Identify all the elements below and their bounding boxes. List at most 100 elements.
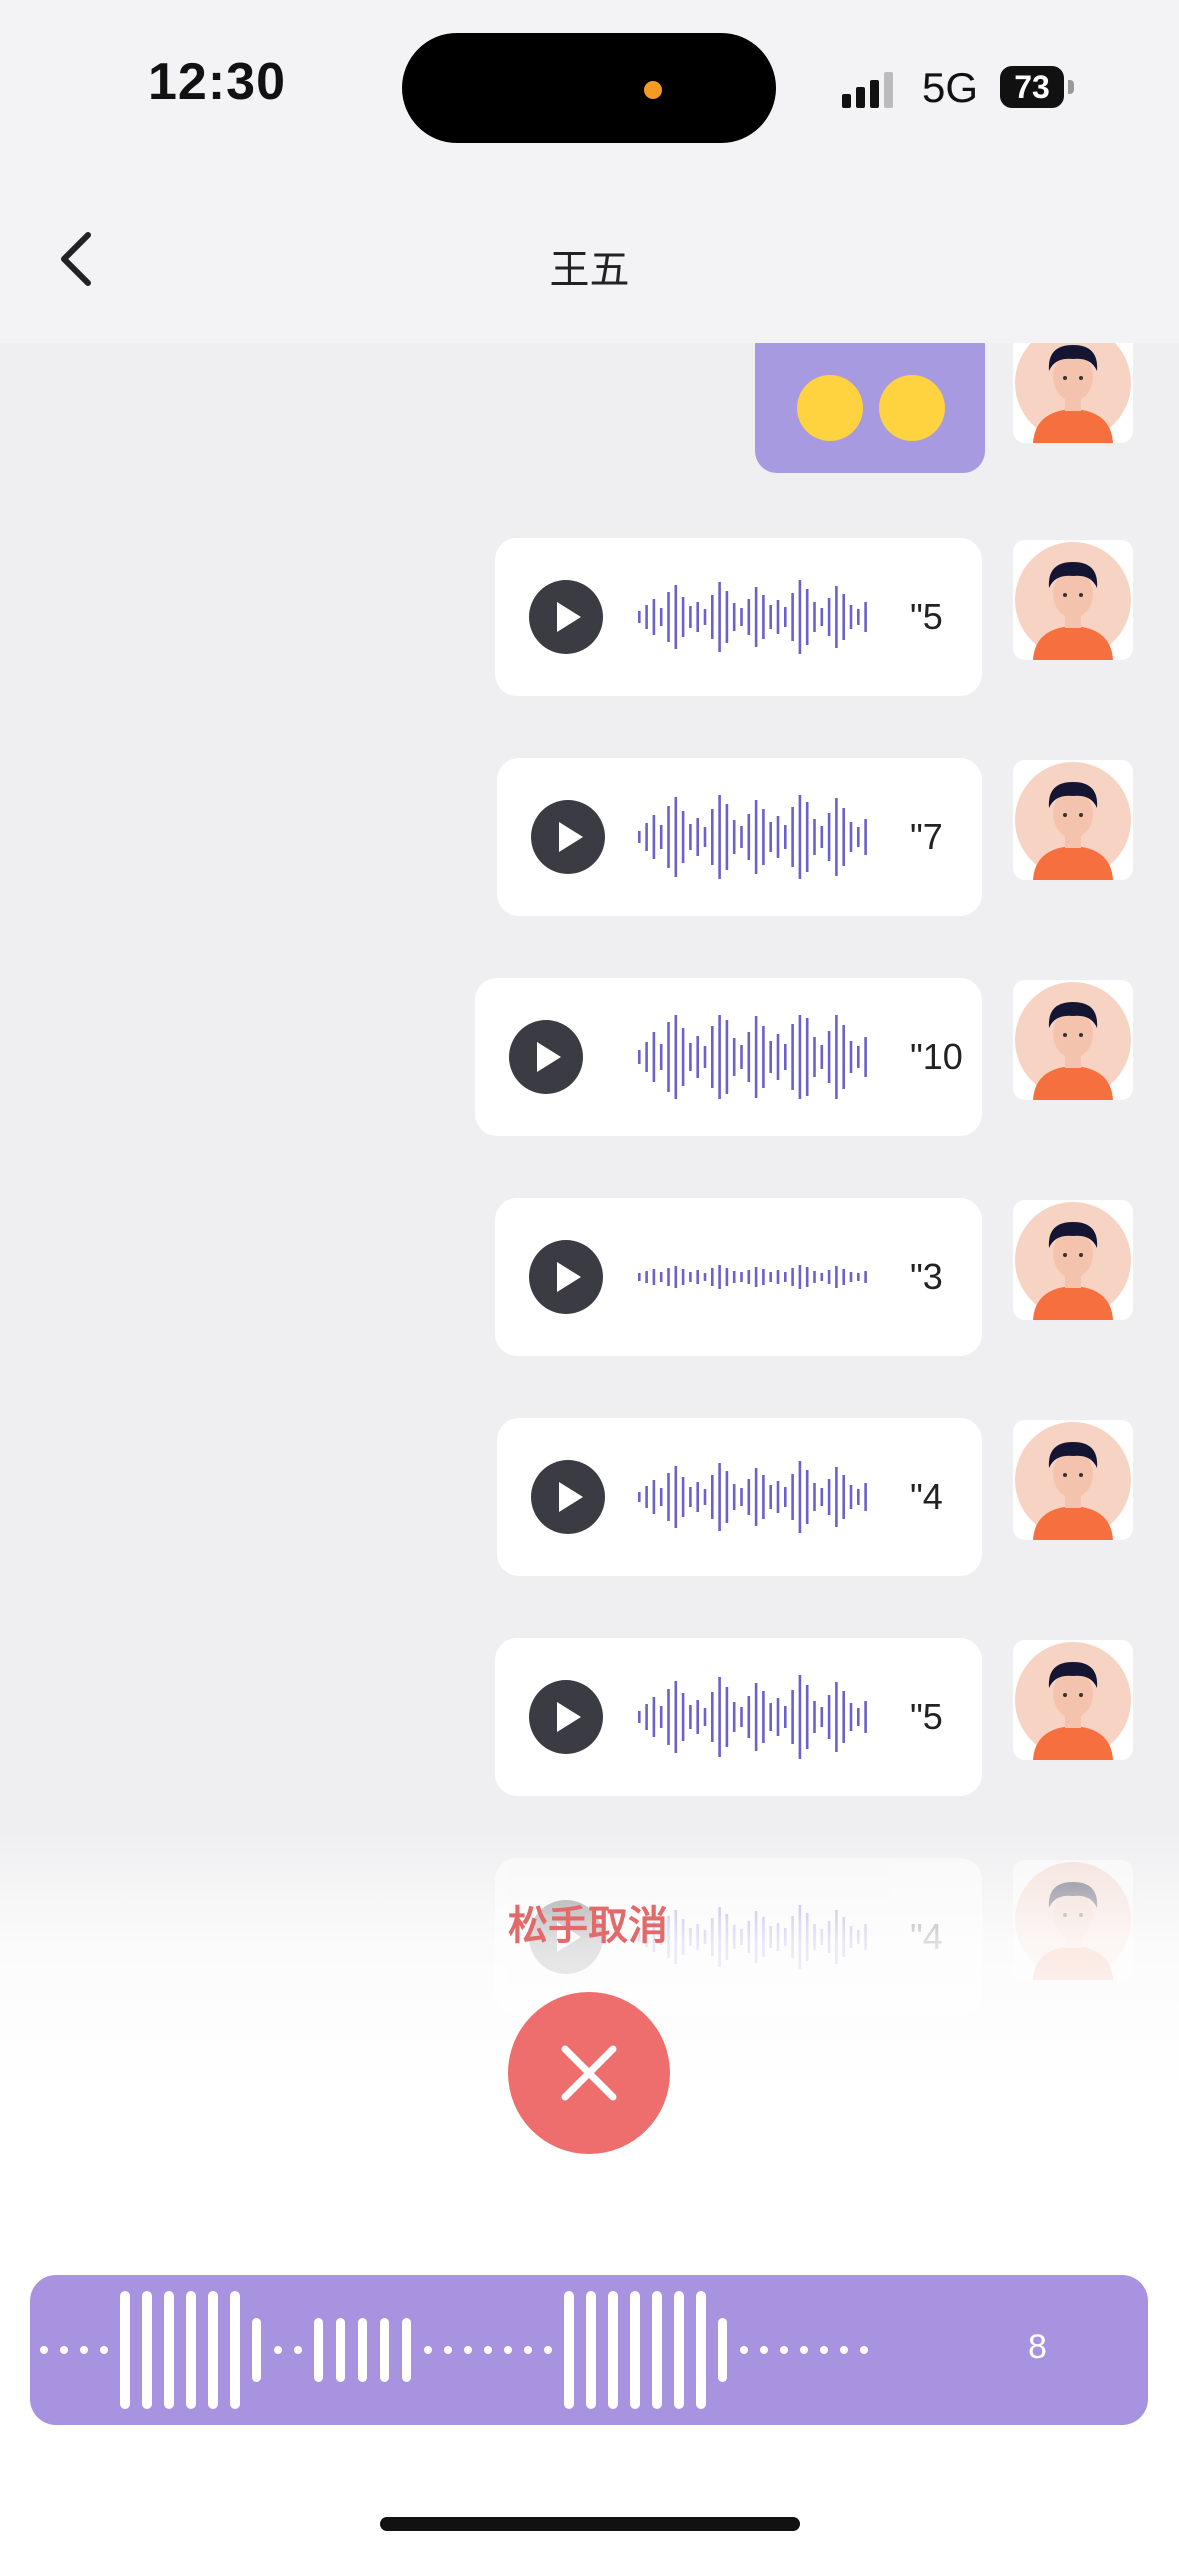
waveform-bar: [820, 608, 824, 626]
waveform-bar: [674, 797, 678, 877]
battery-cap: [1068, 80, 1074, 94]
signal-icon: [842, 72, 893, 108]
battery-icon: 73: [1000, 66, 1064, 108]
waveform-bar: [776, 1481, 780, 1513]
waveform-bar: [711, 809, 714, 865]
recording-waveform-bar: [164, 2291, 174, 2409]
waveform-bar: [667, 1689, 670, 1745]
waveform-bar: [769, 1703, 772, 1731]
waveform-bar: [747, 1479, 751, 1515]
recording-waveform-bar: [336, 2318, 345, 2382]
waveform-bar: [718, 795, 721, 879]
waveform-bar: [791, 1268, 794, 1286]
waveform-bar: [681, 1028, 685, 1086]
recording-waveform-bar: [230, 2291, 240, 2409]
waveform-bar: [689, 1705, 692, 1729]
waveform-bar: [638, 1050, 641, 1064]
waveform-bar: [725, 804, 729, 870]
waveform-bar: [857, 1273, 860, 1281]
play-icon[interactable]: [529, 1240, 603, 1314]
close-icon: [561, 2045, 617, 2101]
play-icon[interactable]: [509, 1020, 583, 1094]
waveform-bar: [813, 1037, 816, 1077]
person-icon: [1015, 343, 1131, 443]
avatar[interactable]: [1013, 760, 1133, 880]
recording-waveform-bar: [208, 2291, 218, 2409]
waveform-bar: [667, 1022, 670, 1092]
waveform-bar: [776, 1270, 780, 1284]
waveform-bar: [703, 1489, 707, 1505]
waveform-bar: [711, 1692, 714, 1742]
avatar[interactable]: [1013, 1640, 1133, 1760]
waveform-bar: [776, 1698, 780, 1736]
waveform-bar: [754, 587, 758, 647]
waveform-bar: [769, 605, 772, 629]
avatar[interactable]: [1013, 343, 1133, 443]
voice-message-bubble[interactable]: "10: [475, 978, 982, 1136]
waveform-bar: [747, 1696, 751, 1738]
waveform-bar: [798, 795, 802, 879]
waveform-bar: [864, 1701, 867, 1733]
waveform-bar: [696, 1700, 699, 1734]
play-icon[interactable]: [531, 800, 605, 874]
voice-message-bubble[interactable]: "4: [497, 1418, 982, 1576]
waveform-bar: [762, 595, 765, 639]
waveform-bar: [711, 1475, 714, 1519]
emoji-message-bubble[interactable]: [755, 343, 985, 473]
waveform-bar: [754, 1267, 758, 1287]
waveform-bar: [864, 602, 867, 632]
waveform-bar: [754, 1683, 758, 1751]
cancel-recording-button[interactable]: [508, 1992, 670, 2154]
waveform-bar: [667, 806, 670, 868]
waveform-bar: [645, 1042, 648, 1072]
play-icon[interactable]: [529, 580, 603, 654]
waveform-bar: [718, 582, 721, 652]
waveform-bar: [813, 1483, 816, 1511]
waveform-bar: [857, 1489, 860, 1505]
voice-waveform: [638, 1015, 867, 1099]
waveform-bar: [740, 1488, 743, 1506]
voice-waveform: [638, 1461, 867, 1533]
waveform-bar: [849, 1703, 853, 1731]
play-icon[interactable]: [531, 1460, 605, 1534]
recording-waveform-bar[interactable]: [30, 2275, 1148, 2425]
avatar[interactable]: [1013, 980, 1133, 1100]
waveform-bar: [689, 1272, 692, 1282]
waveform-bar: [740, 1045, 743, 1069]
voice-message-bubble[interactable]: "5: [495, 1638, 982, 1796]
waveform-bar: [784, 1272, 787, 1282]
waveform-bar: [835, 586, 838, 648]
waveform-bar: [835, 1015, 838, 1099]
waveform-bar: [696, 602, 699, 632]
dynamic-island: [402, 33, 776, 143]
person-icon: [1015, 1642, 1131, 1760]
voice-message-bubble[interactable]: "3: [495, 1198, 982, 1356]
waveform-bar: [681, 1477, 685, 1517]
avatar[interactable]: [1013, 1420, 1133, 1540]
waveform-bar: [747, 1270, 751, 1284]
network-type: 5G: [922, 64, 979, 111]
page-title: 王五: [549, 248, 630, 292]
waveform-bar: [842, 1691, 845, 1743]
waveform-bar: [805, 589, 809, 645]
home-indicator[interactable]: [380, 2517, 800, 2531]
voice-message-bubble[interactable]: "5: [495, 538, 982, 696]
waveform-bar: [857, 609, 860, 625]
waveform-bar: [791, 593, 794, 641]
play-icon[interactable]: [529, 1680, 603, 1754]
waveform-bar: [703, 1273, 707, 1281]
avatar[interactable]: [1013, 1200, 1133, 1320]
status-time: 12:30: [148, 53, 286, 111]
waveform-bar: [652, 599, 656, 635]
waveform-bar: [769, 1485, 772, 1509]
recording-waveform-bar: [740, 2346, 748, 2354]
recording-waveform-bar: [608, 2291, 618, 2409]
waveform-bar: [747, 1032, 751, 1082]
recording-waveform-bar: [524, 2346, 532, 2354]
recording-waveform-bar: [760, 2346, 768, 2354]
waveform-bar: [718, 1015, 721, 1099]
unamused-face-icon: [797, 375, 863, 441]
avatar[interactable]: [1013, 540, 1133, 660]
voice-message-bubble[interactable]: "7: [497, 758, 982, 916]
waveform-bar: [798, 580, 802, 654]
